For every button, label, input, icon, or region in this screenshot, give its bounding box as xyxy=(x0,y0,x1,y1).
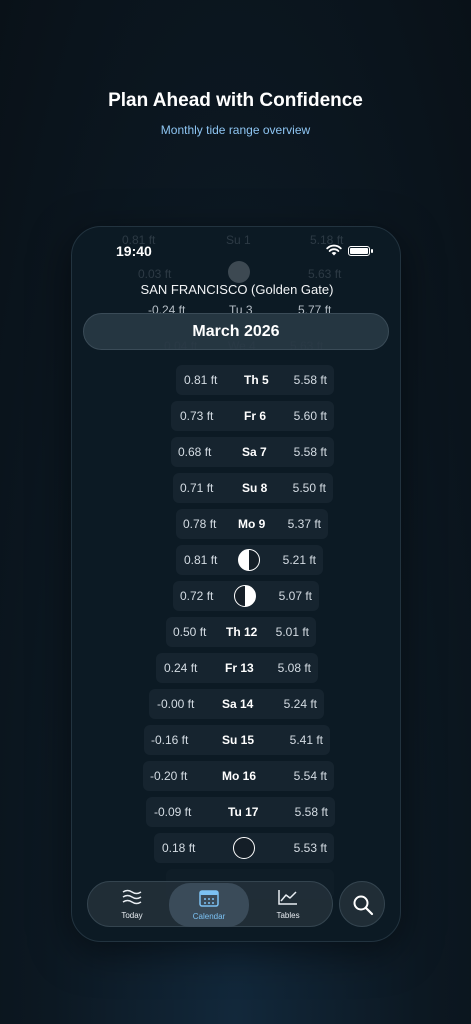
high-tide: 5.24 ft xyxy=(283,697,317,711)
tab-bar: Today Calendar Tables xyxy=(87,881,333,927)
high-tide: 5.21 ft xyxy=(282,553,316,567)
day-label: Fr 6 xyxy=(244,409,267,423)
tide-row[interactable]: 0.18 ft 5.53 ft xyxy=(154,833,334,863)
chart-line-icon xyxy=(278,890,297,905)
high-tide: 5.54 ft xyxy=(293,769,327,783)
tide-row[interactable]: -0.20 ft Mo 16 5.54 ft xyxy=(143,761,334,791)
low-tide: 0.50 ft xyxy=(173,625,207,639)
waves-icon xyxy=(122,889,142,905)
tab-today[interactable]: Today xyxy=(92,882,172,926)
tide-row[interactable]: 0.78 ft Mo 9 5.37 ft xyxy=(176,509,328,539)
day-label: Mo 9 xyxy=(238,517,266,531)
high-tide: 5.37 ft xyxy=(287,517,321,531)
moon-first-quarter-icon xyxy=(238,549,260,571)
low-tide: 0.78 ft xyxy=(183,517,217,531)
tab-label: Today xyxy=(121,911,143,920)
tide-row[interactable]: 0.81 ft 5.21 ft xyxy=(176,545,323,575)
low-tide: -0.09 ft xyxy=(154,805,192,819)
low-tide: 0.72 ft xyxy=(180,589,214,603)
low-tide: 0.81 ft xyxy=(184,373,218,387)
tab-tables[interactable]: Tables xyxy=(248,882,328,926)
tide-row[interactable]: 0.50 ft Th 12 5.01 ft xyxy=(166,617,316,647)
tide-row[interactable]: 0.81 ft Th 5 5.58 ft xyxy=(176,365,334,395)
low-tide: 0.18 ft xyxy=(162,841,196,855)
low-tide: 0.73 ft xyxy=(180,409,214,423)
day-label: Sa 14 xyxy=(222,697,254,711)
tab-label: Calendar xyxy=(192,912,226,921)
tide-row[interactable]: 0.24 ft Fr 13 5.08 ft xyxy=(156,653,318,683)
low-tide: 0.81 ft xyxy=(184,553,218,567)
day-label: Th 12 xyxy=(226,625,258,639)
day-label: Mo 16 xyxy=(222,769,257,783)
high-tide: 5.58 ft xyxy=(293,445,327,459)
low-tide: -0.16 ft xyxy=(151,733,189,747)
high-tide: 5.53 ft xyxy=(293,841,327,855)
high-tide: 5.08 ft xyxy=(277,661,311,675)
high-tide: 5.60 ft xyxy=(293,409,327,423)
page-subtitle: Monthly tide range overview xyxy=(160,123,311,137)
tide-row[interactable]: 0.72 ft 5.07 ft xyxy=(173,581,319,611)
tab-calendar[interactable]: Calendar xyxy=(169,883,249,927)
tide-list: 0.81 ft Th 5 5.58 ft 0.73 ft Fr 6 5.60 f… xyxy=(72,227,400,941)
tab-label: Tables xyxy=(276,911,300,920)
low-tide: -0.20 ft xyxy=(150,769,188,783)
search-button[interactable] xyxy=(339,881,385,927)
calendar-icon xyxy=(199,890,219,907)
low-tide: 0.68 ft xyxy=(178,445,212,459)
high-tide: 5.41 ft xyxy=(289,733,323,747)
page-title: Plan Ahead with Confidence xyxy=(108,90,363,111)
high-tide: 5.07 ft xyxy=(278,589,312,603)
tide-row[interactable]: 0.68 ft Sa 7 5.58 ft xyxy=(171,437,334,467)
low-tide: -0.00 ft xyxy=(157,697,195,711)
high-tide: 5.58 ft xyxy=(293,373,327,387)
moon-half-icon xyxy=(234,585,256,607)
day-label: Th 5 xyxy=(244,373,269,387)
moon-new-icon xyxy=(233,837,255,859)
search-icon xyxy=(353,895,374,916)
tide-row[interactable]: 0.71 ft Su 8 5.50 ft xyxy=(173,473,333,503)
low-tide: 0.24 ft xyxy=(164,661,198,675)
phone-frame: 19:40 0.81 ft Su 1 5.18 ft 0.03 ft 5.63 … xyxy=(71,226,401,942)
day-label: Su 15 xyxy=(222,733,255,747)
day-label: Sa 7 xyxy=(242,445,267,459)
day-label: Su 8 xyxy=(242,481,268,495)
high-tide: 5.50 ft xyxy=(292,481,326,495)
high-tide: 5.58 ft xyxy=(294,805,328,819)
tide-row[interactable]: -0.16 ft Su 15 5.41 ft xyxy=(144,725,330,755)
tide-row[interactable]: -0.09 ft Tu 17 5.58 ft xyxy=(146,797,335,827)
high-tide: 5.01 ft xyxy=(275,625,309,639)
day-label: Fr 13 xyxy=(225,661,254,675)
tide-row[interactable]: 0.73 ft Fr 6 5.60 ft xyxy=(171,401,334,431)
day-label: Tu 17 xyxy=(228,805,259,819)
low-tide: 0.71 ft xyxy=(180,481,214,495)
tide-row[interactable]: -0.00 ft Sa 14 5.24 ft xyxy=(149,689,324,719)
